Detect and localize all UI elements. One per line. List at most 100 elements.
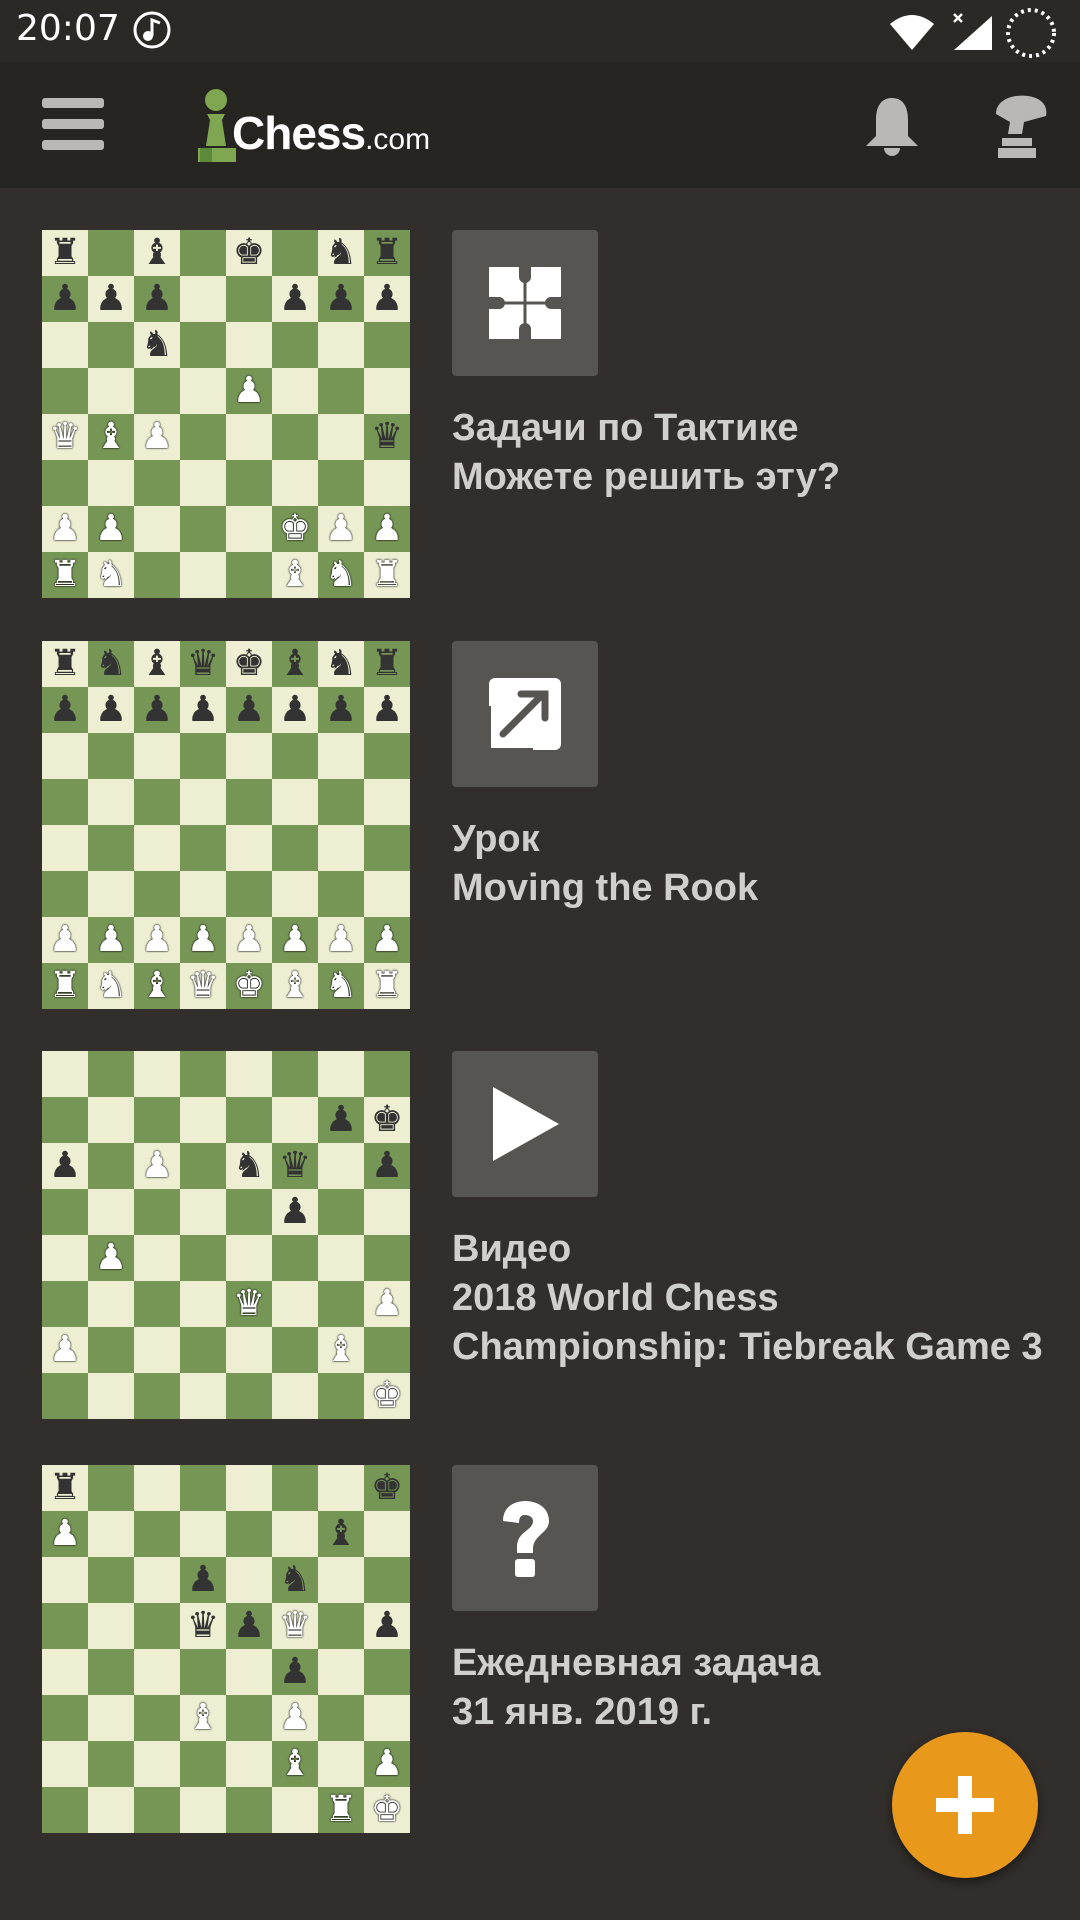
bell-icon[interactable]: [862, 94, 922, 158]
board-square: [226, 1557, 272, 1603]
board-square: [88, 1511, 134, 1557]
board-square: ♟: [364, 1741, 410, 1787]
board-square: ♟: [272, 917, 318, 963]
white-bishop-icon: ♝: [140, 965, 174, 1006]
board-square: ♝: [134, 230, 180, 276]
white-pawn-icon: ♟: [94, 919, 128, 960]
white-queen-icon: ♛: [232, 1283, 266, 1324]
black-pawn-icon: ♟: [94, 278, 128, 319]
board-square: ♜: [42, 641, 88, 687]
white-pawn-icon: ♟: [140, 416, 174, 457]
black-queen-icon: ♛: [370, 416, 404, 457]
board-square: ♚: [226, 230, 272, 276]
white-rook-icon: ♜: [370, 554, 404, 595]
icon-tile: [452, 641, 598, 787]
white-pawn-icon: ♟: [48, 508, 82, 549]
black-rook-icon: ♜: [48, 643, 82, 684]
board-square: [226, 1787, 272, 1833]
app-bar: Chess .com: [0, 62, 1080, 188]
board-square: [134, 1557, 180, 1603]
board-square: ♟: [226, 368, 272, 414]
board-square: [226, 1189, 272, 1235]
black-pawn-icon: ♟: [324, 689, 358, 730]
black-pawn-icon: ♟: [48, 689, 82, 730]
board-square: ♟: [272, 1649, 318, 1695]
puzzle-icon: [489, 267, 561, 339]
board-square: [318, 825, 364, 871]
board-square: [42, 1695, 88, 1741]
board-square: [180, 1143, 226, 1189]
board-square: ♟: [42, 687, 88, 733]
avatar-icon[interactable]: [988, 92, 1048, 158]
white-bishop-icon: ♝: [278, 1743, 312, 1784]
battery-loading-icon: [1006, 8, 1056, 58]
board-square: [88, 1465, 134, 1511]
board-square: ♟: [364, 276, 410, 322]
add-button[interactable]: [892, 1732, 1038, 1878]
board-square: ♜: [318, 1787, 364, 1833]
board-square: [226, 414, 272, 460]
wifi-icon: [890, 15, 934, 50]
board-square: [42, 1373, 88, 1419]
board-square: [226, 460, 272, 506]
board-square: ♛: [180, 963, 226, 1009]
board-square: [364, 871, 410, 917]
black-pawn-icon: ♟: [278, 1191, 312, 1232]
board-square: ♟: [88, 917, 134, 963]
black-rook-icon: ♜: [48, 232, 82, 273]
board-square: ♝: [272, 552, 318, 598]
board-square: ♟: [180, 917, 226, 963]
board-square: [180, 506, 226, 552]
board-square: [180, 1097, 226, 1143]
board-square: [42, 1051, 88, 1097]
icon-tile: [452, 230, 598, 376]
board-square: [318, 1189, 364, 1235]
board-square: [364, 1051, 410, 1097]
black-bishop-icon: ♝: [324, 1513, 358, 1554]
board-square: ♟: [42, 1327, 88, 1373]
board-square: [364, 368, 410, 414]
board-square: ♞: [88, 641, 134, 687]
board-square: [318, 1557, 364, 1603]
board-square: ♝: [180, 1695, 226, 1741]
white-pawn-icon: ♟: [232, 370, 266, 411]
board-square: ♟: [364, 1143, 410, 1189]
board-square: [42, 871, 88, 917]
board-square: [134, 1603, 180, 1649]
black-pawn-icon: ♟: [278, 1651, 312, 1692]
board-square: [364, 733, 410, 779]
item-title: Задачи по Тактике: [452, 407, 799, 449]
board-square: [180, 552, 226, 598]
board-square: [226, 1373, 272, 1419]
board-square: ♛: [180, 641, 226, 687]
board-square: [88, 733, 134, 779]
black-king-icon: ♚: [232, 232, 266, 273]
board-square: [180, 1465, 226, 1511]
board-square: [318, 1051, 364, 1097]
board-square: [318, 1373, 364, 1419]
board-square: ♟: [318, 917, 364, 963]
board-square: [134, 1051, 180, 1097]
item-title: Урок: [452, 818, 540, 860]
menu-button[interactable]: [42, 98, 104, 154]
board-square: [272, 1051, 318, 1097]
black-queen-icon: ♛: [186, 1605, 220, 1646]
board-square: [180, 1051, 226, 1097]
black-knight-icon: ♞: [140, 324, 174, 365]
board-square: [272, 1465, 318, 1511]
board-square: [318, 871, 364, 917]
icon-tile: [452, 1051, 598, 1197]
board-square: [42, 1787, 88, 1833]
white-knight-icon: ♞: [324, 965, 358, 1006]
white-king-icon: ♚: [278, 508, 312, 549]
black-pawn-icon: ♟: [232, 1605, 266, 1646]
board-square: [364, 1511, 410, 1557]
board-square: ♟: [88, 1235, 134, 1281]
chess-board-thumbnail: ♟ ♚ ♟ ♟ ♞ ♛ ♟ ♟ ♟ ♛ ♟ ♟ ♝ ♚: [42, 1051, 410, 1419]
board-square: [42, 460, 88, 506]
chess-board-thumbnail: ♜ ♝ ♚ ♞ ♜ ♟ ♟ ♟ ♟ ♟ ♟ ♞ ♟ ♛ ♝ ♟ ♛ ♟ ♟ ♚ ♟ ♟ ♜ ♞ ♝ ♞ ♜: [42, 230, 410, 598]
board-square: [318, 460, 364, 506]
item-subtitle: Можете решить эту?: [452, 456, 841, 498]
board-square: [134, 1281, 180, 1327]
board-square: ♟: [364, 506, 410, 552]
